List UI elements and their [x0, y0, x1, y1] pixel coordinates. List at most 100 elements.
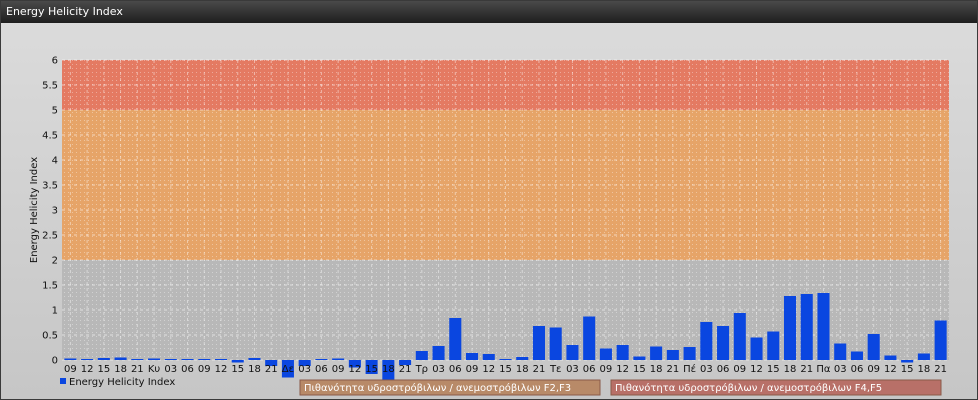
- y-tick-label: 2.5: [42, 231, 58, 242]
- legend: Energy Helicity Index: [60, 377, 175, 388]
- y-axis-ticks: 0 0.5 1 1.5 2 2.5 3 3.5 4 4.5 5 5.5 6: [42, 56, 58, 367]
- x-tick-label: 09: [600, 364, 613, 375]
- x-tick-label: 21: [131, 364, 144, 375]
- bar: [164, 359, 177, 360]
- bar: [783, 296, 797, 360]
- bar: [650, 346, 663, 360]
- x-tick-label: 18: [516, 364, 529, 375]
- bar: [717, 326, 730, 360]
- x-tick-label: 09: [332, 364, 345, 375]
- bar: [549, 327, 562, 360]
- x-tick-label: 12: [215, 364, 228, 375]
- x-tick-label: 21: [265, 364, 278, 375]
- x-tick-label: 12: [616, 364, 629, 375]
- bar: [633, 356, 646, 360]
- y-axis-label: Energy Helicity Index: [29, 157, 40, 263]
- x-tick-label: 09: [867, 364, 880, 375]
- bar: [97, 358, 110, 360]
- x-tick-label: 12: [884, 364, 897, 375]
- x-tick-label: Τρ: [415, 364, 428, 375]
- x-tick-label: 21: [399, 364, 412, 375]
- y-tick-label: 4.5: [42, 131, 58, 142]
- x-tick-label: 03: [432, 364, 445, 375]
- x-tick-label: 12: [349, 364, 362, 375]
- bar: [332, 358, 345, 360]
- x-tick-label: 12: [482, 364, 495, 375]
- bar: [114, 357, 127, 360]
- x-tick-label: 21: [934, 364, 947, 375]
- x-tick-label: 03: [834, 364, 847, 375]
- y-tick-label: 2: [52, 256, 58, 267]
- bar: [198, 359, 211, 360]
- legend-label-energy-helicity: Energy Helicity Index: [69, 377, 175, 388]
- x-tick-label: 15: [633, 364, 646, 375]
- bar: [917, 353, 930, 360]
- x-tick-label: 06: [851, 364, 864, 375]
- y-tick-label: 5: [52, 106, 58, 117]
- x-tick-label: 09: [466, 364, 479, 375]
- y-tick-label: 5.5: [42, 81, 58, 92]
- x-tick-label: 12: [81, 364, 94, 375]
- y-tick-label: 3: [52, 206, 58, 217]
- bar: [583, 316, 596, 360]
- bar: [834, 343, 847, 360]
- bar: [934, 320, 947, 360]
- x-tick-label: 18: [114, 364, 127, 375]
- x-tick-label: 06: [449, 364, 462, 375]
- x-tick-label: 15: [499, 364, 512, 375]
- bar: [666, 350, 679, 360]
- y-tick-label: 1: [52, 306, 58, 317]
- x-tick-label: 21: [533, 364, 546, 375]
- band-legend-label: Πιθανότητα υδροστρόβιλων / ανεμοστρόβιλω…: [615, 382, 882, 394]
- bar: [532, 326, 545, 360]
- x-tick-label: 09: [733, 364, 746, 375]
- band-legend: Πιθανότητα υδροστρόβιλων / ανεμοστρόβιλω…: [299, 379, 942, 396]
- x-tick-label: 18: [248, 364, 261, 375]
- bar: [81, 359, 94, 360]
- bar: [466, 353, 479, 360]
- x-tick-label: 03: [566, 364, 579, 375]
- bar: [432, 346, 445, 360]
- x-tick-label: Κυ: [148, 364, 161, 375]
- bar: [867, 334, 880, 360]
- y-tick-label: 4: [52, 156, 58, 167]
- x-tick-label: 21: [800, 364, 813, 375]
- bar: [683, 347, 696, 360]
- x-tick-label: 18: [650, 364, 663, 375]
- x-tick-label: 18: [784, 364, 797, 375]
- x-tick-label: 03: [298, 364, 311, 375]
- x-axis-ticks: 09 12 15 18 21 Κυ 03 06 09 12 15 18 21 Δε 03 06 09 12 15 18…: [64, 363, 947, 375]
- x-tick-label: Δε: [282, 364, 294, 375]
- x-tick-label: Πα: [816, 364, 831, 375]
- x-tick-label: 03: [164, 364, 177, 375]
- bar: [499, 359, 512, 360]
- bar: [850, 351, 863, 360]
- x-tick-label: 15: [901, 364, 914, 375]
- legend-swatch-energy-helicity: [60, 378, 66, 384]
- bar: [733, 313, 746, 360]
- bar: [750, 337, 763, 360]
- x-tick-label: 06: [583, 364, 596, 375]
- bar: [700, 322, 713, 360]
- bar: [148, 358, 161, 360]
- energy-helicity-chart: 00.511.522.533.544.555.56 09 12 15 18 21 Κυ 03…: [29, 56, 949, 396]
- bar: [901, 360, 914, 363]
- y-tick-label: 1.5: [42, 281, 58, 292]
- bar: [131, 359, 144, 360]
- x-tick-label: 15: [97, 364, 110, 375]
- x-tick-label: 09: [198, 364, 211, 375]
- x-tick-label: 15: [231, 364, 244, 375]
- x-tick-label: 12: [750, 364, 763, 375]
- x-tick-label: 03: [700, 364, 713, 375]
- bar: [248, 358, 261, 360]
- bar: [181, 359, 194, 360]
- x-tick-label: 15: [365, 364, 378, 375]
- x-tick-label: 06: [181, 364, 194, 375]
- bar: [767, 331, 780, 360]
- bar: [482, 354, 495, 360]
- bar: [449, 318, 462, 360]
- x-tick-label: 15: [767, 364, 780, 375]
- bar: [817, 293, 830, 360]
- y-tick-label: 6: [52, 56, 58, 67]
- bar: [315, 359, 328, 360]
